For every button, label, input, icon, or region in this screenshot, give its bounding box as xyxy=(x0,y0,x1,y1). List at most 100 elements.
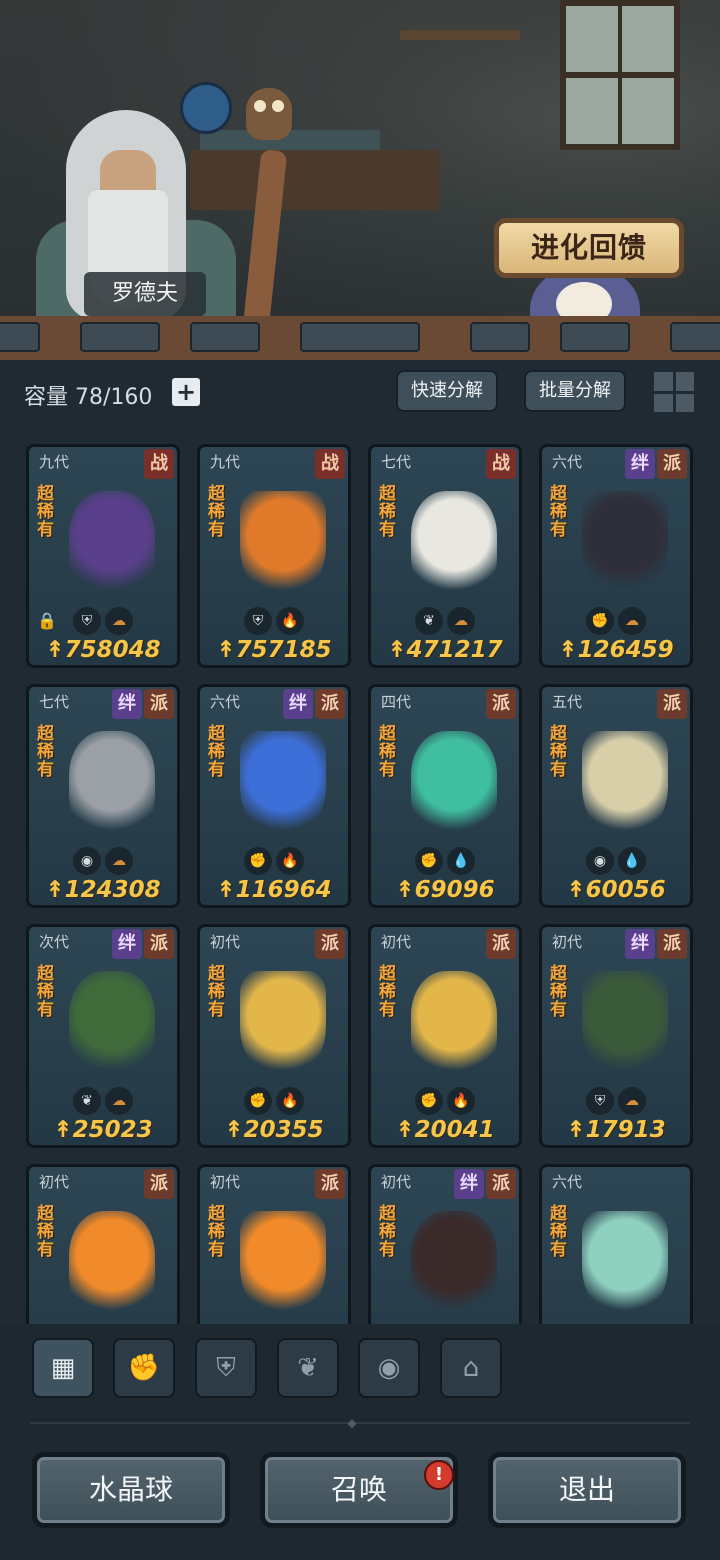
faction-tag: 派 xyxy=(486,929,516,959)
power-number: 758048 xyxy=(64,637,161,663)
fist-icon: ✊ xyxy=(244,847,272,875)
pet-card[interactable]: 四代派超稀有 ✊ 💧 ↟69096 xyxy=(368,684,522,908)
tag-group: 派 xyxy=(486,929,516,959)
expand-capacity-button[interactable]: + xyxy=(172,378,200,406)
power-value: ↟17913 xyxy=(542,1117,690,1143)
fist-icon: ✊ xyxy=(244,1087,272,1115)
tag-group: 绊派 xyxy=(112,689,174,719)
war-tag: 战 xyxy=(486,449,516,479)
rarity-label: 超稀有 xyxy=(550,484,567,540)
pet-card[interactable]: 初代 派超稀有 xyxy=(197,1164,351,1324)
tag-group: 战 xyxy=(486,449,516,479)
faction-tag: 派 xyxy=(657,689,687,719)
power-icon: ↟ xyxy=(395,877,415,903)
alien-icon: ◉ xyxy=(586,847,614,875)
pet-card[interactable]: 次代绊派超稀有 ❦ ☁ ↟25023 xyxy=(26,924,180,1148)
power-value: ↟116964 xyxy=(200,877,348,903)
rarity-label: 超稀有 xyxy=(37,484,54,540)
capacity-used: 78 xyxy=(75,385,104,410)
pet-sprite xyxy=(240,971,326,1081)
rail-plank xyxy=(190,322,260,352)
crystal-ball-button[interactable]: 水晶球 xyxy=(32,1452,230,1528)
rarity-label: 超稀有 xyxy=(208,1204,225,1260)
tag-group: 绊派 xyxy=(112,929,174,959)
power-value: ↟124308 xyxy=(29,877,177,903)
shield-icon: ⛨ xyxy=(244,607,272,635)
power-icon: ↟ xyxy=(566,877,586,903)
pet-card[interactable]: 初代派超稀有 ✊ 🔥 ↟20041 xyxy=(368,924,522,1148)
pet-card[interactable]: 初代 派超稀有 xyxy=(26,1164,180,1324)
generation-label: 初代 xyxy=(210,933,241,951)
war-tag: 战 xyxy=(144,449,174,479)
element-icons: ✊ 🔥 xyxy=(200,847,348,875)
pet-card[interactable]: 初代 绊派超稀有 xyxy=(368,1164,522,1324)
pet-card[interactable]: 九代战超稀有 🔒 ⛨ ☁ ↟758048 xyxy=(26,444,180,668)
quick-decompose-button[interactable]: 快速分解 xyxy=(396,370,498,412)
generation-label: 初代 xyxy=(552,933,583,951)
water-icon: 💧 xyxy=(447,847,475,875)
divider-ornament-icon: ◆ xyxy=(347,1416,357,1430)
pet-sprite xyxy=(582,1211,668,1321)
shield-icon: ⛨ xyxy=(73,607,101,635)
generation-label: 六代 xyxy=(552,1173,583,1191)
pet-card[interactable]: 六代 超稀有 xyxy=(539,1164,693,1324)
evolve-feedback-button[interactable]: 进化回馈 xyxy=(494,218,684,278)
bond-tag: 绊 xyxy=(625,449,655,479)
batch-decompose-button[interactable]: 批量分解 xyxy=(524,370,626,412)
power-value: ↟20041 xyxy=(371,1117,519,1143)
generation-label: 六代 xyxy=(210,693,241,711)
grid-view-icon[interactable] xyxy=(654,372,694,412)
pet-sprite xyxy=(411,971,497,1081)
filter-tab-alien[interactable]: ◉ xyxy=(358,1338,420,1398)
power-number: 69096 xyxy=(414,877,495,903)
generation-label: 六代 xyxy=(552,453,583,471)
filter-tab-leaf[interactable]: ❦ xyxy=(277,1338,339,1398)
alien-icon: ◉ xyxy=(377,1353,401,1383)
pet-card[interactable]: 初代绊派超稀有 ⛨ ☁ ↟17913 xyxy=(539,924,693,1148)
rarity-label: 超稀有 xyxy=(379,1204,396,1260)
element-icons: ◉ ☁ xyxy=(29,847,177,875)
earth-icon: ☁ xyxy=(105,607,133,635)
pet-card[interactable]: 六代绊派超稀有 ✊ 🔥 ↟116964 xyxy=(197,684,351,908)
power-number: 17913 xyxy=(585,1117,666,1143)
tag-group: 派 xyxy=(657,689,687,719)
faction-tag: 派 xyxy=(657,929,687,959)
filter-tab-shield[interactable]: ⛨ xyxy=(195,1338,257,1398)
rarity-label: 超稀有 xyxy=(37,1204,54,1260)
filter-tab-tower[interactable]: ⌂ xyxy=(440,1338,502,1398)
faction-tag: 派 xyxy=(657,449,687,479)
exit-button[interactable]: 退出 xyxy=(488,1452,686,1528)
pet-card[interactable]: 五代派超稀有 ◉ 💧 ↟60056 xyxy=(539,684,693,908)
filter-tab-fist[interactable]: ✊ xyxy=(113,1338,175,1398)
bond-tag: 绊 xyxy=(283,689,313,719)
rarity-label: 超稀有 xyxy=(208,484,225,540)
filter-tab-all[interactable]: ▦ xyxy=(32,1338,94,1398)
pet-card[interactable]: 九代战超稀有 ⛨ 🔥 ↟757185 xyxy=(197,444,351,668)
fire-icon: 🔥 xyxy=(276,607,304,635)
leaf-icon: ❦ xyxy=(297,1353,319,1383)
rarity-label: 超稀有 xyxy=(208,964,225,1020)
fist-icon: ✊ xyxy=(415,1087,443,1115)
pet-card[interactable]: 七代战超稀有 ❦ ☁ ↟471217 xyxy=(368,444,522,668)
rail-plank xyxy=(560,322,630,352)
rarity-label: 超稀有 xyxy=(379,964,396,1020)
fire-icon: 🔥 xyxy=(276,847,304,875)
power-icon: ↟ xyxy=(53,1117,73,1143)
pet-card[interactable]: 初代派超稀有 ✊ 🔥 ↟20355 xyxy=(197,924,351,1148)
tag-group: 派 xyxy=(315,929,345,959)
tag-group: 绊派 xyxy=(625,929,687,959)
pet-card[interactable]: 七代绊派超稀有 ◉ ☁ ↟124308 xyxy=(26,684,180,908)
pet-card-grid: 九代战超稀有 🔒 ⛨ ☁ ↟758048 九代战超稀有 ⛨ 🔥 ↟757185 七代战超稀有 ❦ ☁ ↟… xyxy=(0,432,720,1324)
rarity-label: 超稀有 xyxy=(37,964,54,1020)
element-icons: ❦ ☁ xyxy=(371,607,519,635)
earth-icon: ☁ xyxy=(105,1087,133,1115)
faction-tag: 派 xyxy=(486,1169,516,1199)
npc-name-label: 罗德夫 xyxy=(84,272,206,316)
earth-icon: ☁ xyxy=(447,607,475,635)
capacity-total: 160 xyxy=(110,385,153,410)
power-value: ↟471217 xyxy=(371,637,519,663)
tag-group: 战 xyxy=(144,449,174,479)
rail-plank xyxy=(0,322,40,352)
generation-label: 次代 xyxy=(39,933,70,951)
pet-card[interactable]: 六代绊派超稀有 ✊ ☁ ↟126459 xyxy=(539,444,693,668)
